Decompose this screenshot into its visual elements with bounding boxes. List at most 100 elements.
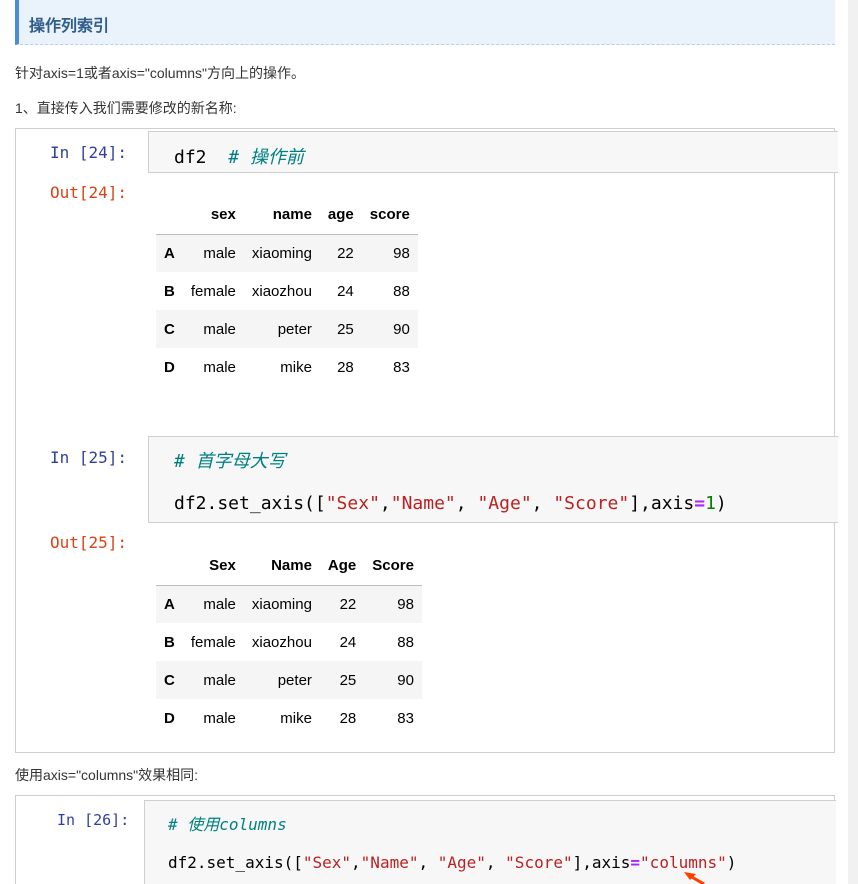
table-cell: 98 — [397, 595, 414, 613]
code-token: ) — [726, 853, 737, 872]
cell26-input-area[interactable]: # 使用columns df2.set_axis(["Sex","Name", … — [144, 800, 836, 884]
table-row: C male peter 25 90 — [156, 310, 418, 348]
row-index: D — [164, 709, 175, 727]
column-header: Name — [243, 547, 320, 586]
code-string: "Age" — [477, 493, 532, 514]
table-cell: xiaoming — [251, 595, 312, 613]
code-token: , — [351, 853, 361, 872]
code-operator: = — [694, 493, 706, 514]
code-string: "Sex" — [325, 493, 380, 514]
table-row: D male mike 28 83 — [156, 699, 422, 737]
table-cell: 25 — [339, 671, 357, 689]
row-index: A — [164, 244, 175, 262]
code-string: "Score" — [505, 853, 573, 872]
code-token: , — [531, 493, 554, 514]
code-token: , — [455, 493, 478, 514]
table-cell: xiaozhou — [251, 282, 312, 300]
code-string: "Name" — [390, 493, 456, 514]
cell24-out-prompt: Out[24]: — [50, 183, 128, 202]
table-header-row: sex name age score — [156, 196, 418, 235]
table-cell: 88 — [393, 282, 410, 300]
table-cell: 83 — [393, 358, 410, 376]
notebook-cell26-frame: In [26]: # 使用columns df2.set_axis(["Sex"… — [15, 795, 836, 884]
code-string: "Sex" — [302, 853, 352, 872]
table-cell: male — [203, 244, 236, 262]
cell24-in-prompt: In [24]: — [50, 143, 128, 162]
table-cell: 22 — [339, 595, 357, 613]
table-cell: peter — [277, 671, 312, 689]
column-header: Score — [364, 547, 422, 586]
code-token: ],axis — [572, 853, 631, 872]
table-row: B female xiaozhou 24 88 — [156, 623, 422, 661]
table-cell: xiaoming — [251, 244, 312, 262]
table-cell: female — [190, 282, 236, 300]
cell25-code: df2.set_axis(["Sex","Name", "Age", "Scor… — [174, 493, 727, 514]
section-heading: 操作列索引 — [15, 0, 835, 45]
code-number: 1 — [705, 493, 716, 514]
table-cell: 25 — [337, 320, 354, 338]
code-token: df2.set_axis([ — [168, 853, 303, 872]
column-header: Age — [319, 547, 365, 586]
code-string: "Name" — [360, 853, 419, 872]
row-index: C — [164, 320, 175, 338]
table-cell: 24 — [339, 633, 357, 651]
table-cell: male — [203, 358, 236, 376]
cell25-in-prompt: In [25]: — [50, 448, 128, 467]
code-token: , — [379, 493, 391, 514]
index-header — [156, 196, 183, 235]
table-cell: 24 — [337, 282, 354, 300]
cell24-dataframe-table: sex name age score A male xiaoming 22 98… — [156, 196, 418, 386]
row-index: B — [164, 282, 175, 300]
section-heading-text: 操作列索引 — [29, 18, 110, 35]
row-index: A — [164, 595, 175, 613]
page-scrollbar[interactable] — [848, 0, 858, 884]
table-cell: 98 — [393, 244, 410, 262]
code-token: ],axis — [629, 493, 695, 514]
cell26-in-prompt: In [26]: — [57, 811, 130, 829]
cell24-code: df2 # 操作前 — [174, 143, 304, 169]
table-cell: 90 — [397, 671, 414, 689]
table-cell: 88 — [397, 633, 414, 651]
column-header: Sex — [182, 547, 244, 586]
table-cell: male — [203, 595, 236, 613]
column-header: name — [243, 196, 320, 235]
code-token: ) — [715, 493, 727, 514]
table-row: B female xiaozhou 24 88 — [156, 272, 418, 310]
table-cell: male — [203, 709, 236, 727]
table-row: A male xiaoming 22 98 — [156, 234, 418, 272]
table-row: A male xiaoming 22 98 — [156, 585, 422, 623]
table-cell: 83 — [397, 709, 414, 727]
cell26-comment: # 使用columns — [168, 815, 287, 834]
code-token: , — [418, 853, 438, 872]
code-string: "Score" — [553, 493, 630, 514]
column-header: age — [319, 196, 362, 235]
intro-paragraph: 针对axis=1或者axis="columns"方向上的操作。 — [15, 65, 306, 81]
table-cell: 28 — [339, 709, 357, 727]
row-index: D — [164, 358, 175, 376]
row-index: C — [164, 671, 175, 689]
table-cell: xiaozhou — [251, 633, 312, 651]
index-header — [156, 547, 183, 586]
code-operator: = — [630, 853, 641, 872]
code-token: , — [485, 853, 506, 872]
cell25-comment: # 首字母大写 — [174, 451, 286, 472]
cell24-code-comment: # 操作前 — [228, 147, 304, 168]
table-cell: 28 — [337, 358, 354, 376]
table-cell: mike — [280, 709, 312, 727]
cell24-code-var: df2 — [174, 147, 207, 168]
step1-paragraph: 1、直接传入我们需要修改的新名称: — [15, 100, 237, 116]
cell24-input-area[interactable]: df2 # 操作前 — [148, 131, 838, 173]
table-cell: mike — [280, 358, 312, 376]
row-index: B — [164, 633, 175, 651]
cell25-input-area[interactable]: # 首字母大写 df2.set_axis(["Sex","Name", "Age… — [148, 436, 838, 523]
code-string: "Age" — [437, 853, 486, 872]
code-token: df2.set_axis([ — [174, 493, 326, 514]
cell26-code: df2.set_axis(["Sex","Name", "Age", "Scor… — [168, 853, 736, 872]
cell25-dataframe-table: Sex Name Age Score A male xiaoming 22 98… — [156, 547, 422, 737]
table-header-row: Sex Name Age Score — [156, 547, 422, 586]
column-header: score — [361, 196, 418, 235]
table-cell: male — [203, 320, 236, 338]
table-row: D male mike 28 83 — [156, 348, 418, 386]
column-header: sex — [182, 196, 244, 235]
notebook-output-frame: In [24]: df2 # 操作前 Out[24]: sex name age… — [15, 128, 838, 753]
